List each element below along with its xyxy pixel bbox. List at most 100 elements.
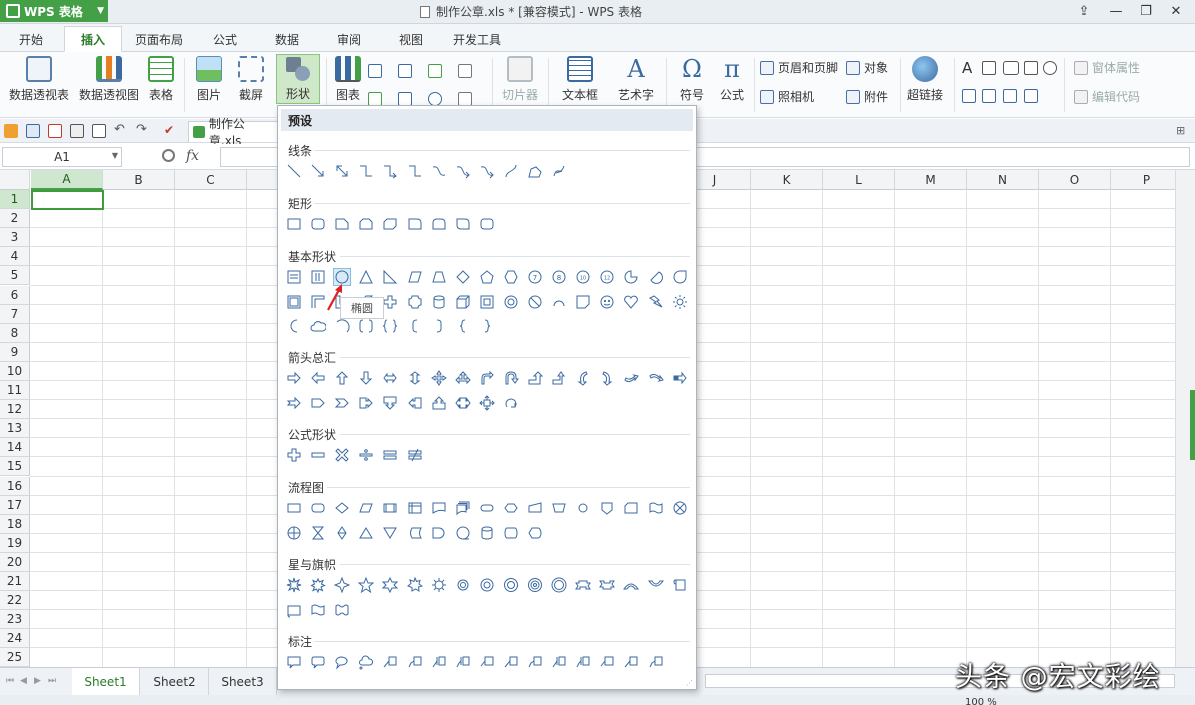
shape-round2-icon[interactable] [430, 215, 448, 233]
shape-dwave-icon[interactable] [333, 601, 351, 619]
shape-ar-icon[interactable] [285, 369, 303, 387]
shape-ribbondown-icon[interactable] [598, 576, 616, 594]
shape-fdecision-icon[interactable] [333, 499, 351, 517]
shape-curve-icon[interactable] [430, 162, 448, 180]
row-header-21[interactable]: 21 [0, 572, 30, 591]
shape-rbracket-icon[interactable] [430, 317, 448, 335]
shape-fcollate-icon[interactable] [309, 524, 327, 542]
shape-moon-icon[interactable] [285, 317, 303, 335]
shape-star8-icon[interactable] [430, 576, 448, 594]
row-header-20[interactable]: 20 [0, 552, 30, 572]
shape-fdoc-icon[interactable] [430, 499, 448, 517]
button-control-icon[interactable] [1003, 61, 1019, 75]
shape-hscroll-icon[interactable] [285, 601, 303, 619]
row-header-7[interactable]: 7 [0, 304, 30, 324]
shape-lru-icon[interactable] [454, 369, 472, 387]
shape-wave-icon[interactable] [309, 601, 327, 619]
more-charts-icon[interactable] [458, 92, 472, 106]
shape-heart-icon[interactable] [622, 293, 640, 311]
shape-line-icon[interactable] [285, 162, 303, 180]
shape-coval-icon[interactable] [333, 653, 351, 671]
shape-decagon-icon[interactable]: 10 [574, 268, 592, 286]
shape-triangle-icon[interactable] [357, 268, 375, 286]
listbox-control-icon[interactable] [962, 89, 976, 103]
shape-curvearrow-icon[interactable] [454, 162, 472, 180]
shape-bracepair-icon[interactable] [381, 317, 399, 335]
shape-fstored-icon[interactable] [406, 524, 424, 542]
column-header-L[interactable]: L [823, 170, 895, 190]
shape-chevron-icon[interactable] [333, 394, 351, 412]
shape-smiley-icon[interactable] [598, 293, 616, 311]
shape-star32-icon[interactable] [550, 576, 568, 594]
shape-quad-icon[interactable] [430, 369, 448, 387]
row-header-14[interactable]: 14 [0, 438, 30, 458]
row-header-11[interactable]: 11 [0, 381, 30, 400]
shape-striped-icon[interactable] [671, 369, 689, 387]
shape-vscroll-icon[interactable] [671, 576, 689, 594]
column-chart-icon[interactable] [398, 64, 412, 78]
row-header-6[interactable]: 6 [0, 285, 30, 305]
tab-developer[interactable]: 开发工具 [446, 26, 508, 52]
select-all-corner[interactable] [0, 170, 30, 190]
shape-star6-icon[interactable] [381, 576, 399, 594]
row-header-8[interactable]: 8 [0, 323, 30, 343]
shape-cline5-icon[interactable] [478, 653, 496, 671]
column-header-K[interactable]: K [751, 170, 823, 190]
line-chart-icon[interactable] [428, 64, 442, 78]
scatter-chart-icon[interactable] [458, 64, 472, 78]
shape-donut-icon[interactable] [502, 293, 520, 311]
area-chart-icon[interactable] [368, 92, 382, 106]
shape-dcallout-icon[interactable] [381, 394, 399, 412]
row-header-12[interactable]: 12 [0, 400, 30, 420]
search-icon[interactable] [162, 149, 175, 162]
save-icon[interactable] [26, 124, 40, 138]
shape-snip3-icon[interactable] [381, 215, 399, 233]
shape-elbowarrow-icon[interactable] [381, 162, 399, 180]
table-button[interactable]: 表格 [144, 56, 178, 103]
shape-star10-icon[interactable] [454, 576, 472, 594]
shape-star7-icon[interactable] [406, 576, 424, 594]
shape-lup-icon[interactable] [526, 369, 544, 387]
textbox-button[interactable]: 文本框 [554, 56, 606, 103]
shape-fsort-icon[interactable] [333, 524, 351, 542]
row-header-13[interactable]: 13 [0, 419, 30, 439]
customize-icon[interactable]: ✔ [164, 124, 178, 138]
shape-cline5-icon[interactable] [598, 653, 616, 671]
shape-foldcorner-icon[interactable] [574, 293, 592, 311]
row-header-1[interactable]: 1 [0, 190, 30, 209]
next-sheet-icon[interactable]: ▶ [34, 676, 42, 686]
row-header-3[interactable]: 3 [0, 228, 30, 248]
shape-elbow-icon[interactable] [406, 162, 424, 180]
tab-data[interactable]: 数据 [262, 26, 312, 52]
shape-lcallout-icon[interactable] [406, 394, 424, 412]
shape-vtextbox-icon[interactable] [309, 268, 327, 286]
shape-heptagon-icon[interactable]: 7 [526, 268, 544, 286]
shape-mminus-icon[interactable] [309, 446, 327, 464]
shape-al-icon[interactable] [309, 369, 327, 387]
shape-snip2-icon[interactable] [357, 215, 375, 233]
close-button[interactable]: ✕ [1162, 0, 1190, 22]
side-panel-handle[interactable] [1190, 390, 1195, 460]
shape-rrect-icon[interactable] [309, 215, 327, 233]
shape-hexagon-icon[interactable] [502, 268, 520, 286]
shape-teardrop-icon[interactable] [671, 268, 689, 286]
name-box[interactable]: A1 ▼ [2, 147, 122, 167]
shape-plaque-icon[interactable] [406, 293, 424, 311]
shape-fmanual-icon[interactable] [526, 499, 544, 517]
edit-code-button[interactable]: 编辑代码 [1074, 88, 1140, 105]
shape-frame-icon[interactable] [285, 293, 303, 311]
shape-mplus-icon[interactable] [285, 446, 303, 464]
shape-fdelay-icon[interactable] [430, 524, 448, 542]
wordart-button[interactable]: A 艺术字 [610, 56, 662, 103]
column-header-C[interactable]: C [175, 170, 247, 190]
shape-fmultidoc-icon[interactable] [454, 499, 472, 517]
symbol-button[interactable]: Ω 符号 [672, 56, 712, 103]
form-property-button[interactable]: 窗体属性 [1074, 59, 1140, 76]
shape-cline2-icon[interactable] [406, 653, 424, 671]
shape-fdata-icon[interactable] [357, 499, 375, 517]
shape-fcard-icon[interactable] [622, 499, 640, 517]
column-header-M[interactable]: M [895, 170, 967, 190]
shape-exp-icon[interactable] [285, 576, 303, 594]
shape-fmerge-icon[interactable] [381, 524, 399, 542]
shape-quadcallout-icon[interactable] [478, 394, 496, 412]
